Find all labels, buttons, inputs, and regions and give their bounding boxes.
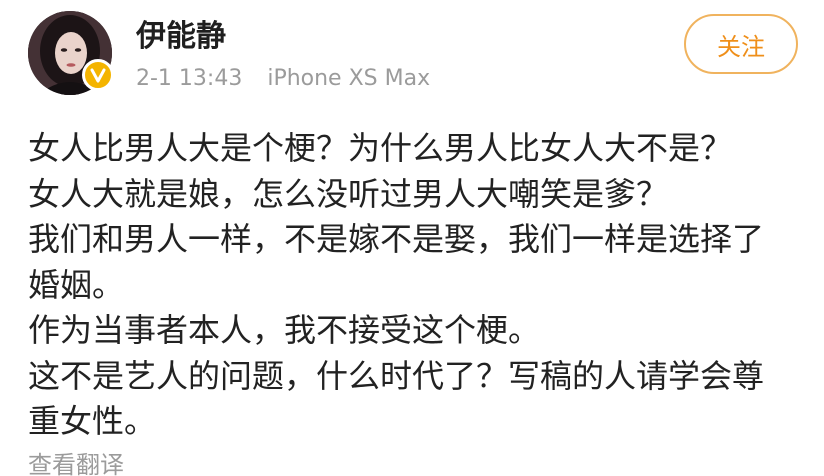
follow-button[interactable]: 关注	[684, 14, 798, 74]
post-meta: 2-1 13:43 iPhone XS Max	[136, 64, 430, 94]
post-text-line: 女人大就是娘，怎么没听过男人大嘲笑是爹？	[28, 174, 669, 213]
username[interactable]: 伊能静	[136, 18, 226, 56]
weibo-post: 伊能静 2-1 13:43 iPhone XS Max 关注 女人比男人大是个梗…	[0, 0, 824, 476]
view-translation-link[interactable]: 查看翻译	[28, 449, 124, 476]
avatar-container[interactable]	[28, 11, 114, 95]
post-text-line: 这不是艺人的问题，什么时代了？写稿的人请学会尊	[28, 356, 765, 395]
post-text-line: 重女性。	[28, 402, 157, 440]
post-text-line: 女人比男人大是个梗？为什么男人比女人大不是？	[28, 129, 733, 167]
post-device: iPhone XS Max	[267, 66, 431, 91]
post-date: 2-1 13:43	[136, 66, 243, 91]
post-text-line: 作为当事者本人，我不接受这个梗。	[28, 311, 541, 349]
post-body: 女人比男人大是个梗？为什么男人比女人大不是？ 女人大就是娘，怎么没听过男人大嘲笑…	[28, 126, 798, 445]
verified-v-icon	[90, 68, 106, 83]
verified-badge	[82, 59, 114, 91]
post-text-line: 婚姻。	[28, 265, 125, 304]
post-text-line: 我们和男人一样，不是嫁不是娶，我们一样是选择了	[28, 220, 765, 258]
